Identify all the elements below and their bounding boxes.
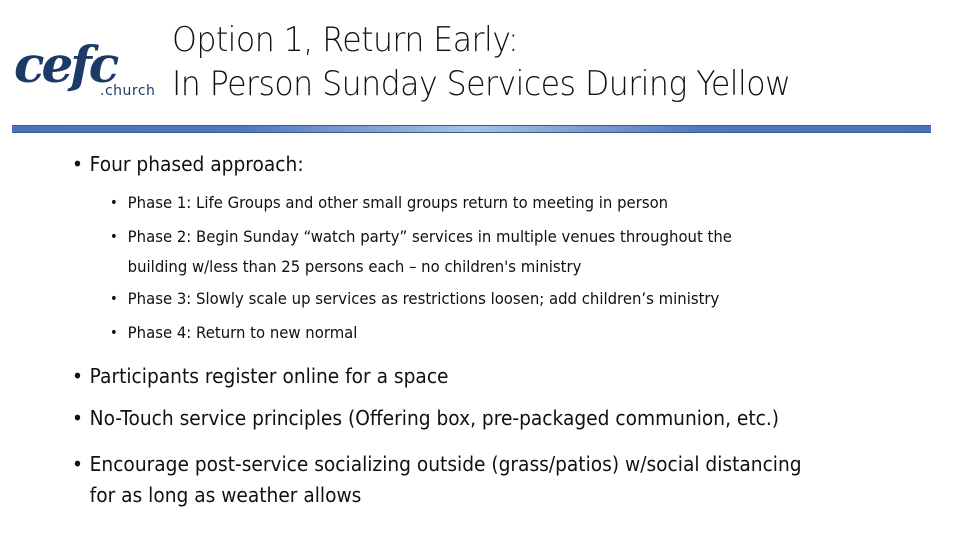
bullet-text: Four phased approach: <box>89 152 304 176</box>
logo-subtext: .church <box>100 83 156 99</box>
bullet-dot-icon: • <box>110 229 118 245</box>
sub-bullet-phase-2: • Phase 2: Begin Sunday “watch party” se… <box>110 222 732 282</box>
slide-title-line-2: In Person Sunday Services During Yellow <box>172 64 791 104</box>
slide-title: Option 1, Return Early: In Person Sunday… <box>172 18 791 106</box>
cefc-logo: cefc .church <box>12 40 157 108</box>
bullet-register-online: • Participants register online for a spa… <box>72 362 449 390</box>
sub-bullet-text: Phase 4: Return to new normal <box>127 323 358 342</box>
sub-bullet-text: Phase 1: Life Groups and other small gro… <box>127 193 669 212</box>
sub-bullet-phase-4: • Phase 4: Return to new normal <box>110 318 357 348</box>
slide-title-line-1: Option 1, Return Early: <box>172 20 519 60</box>
bullet-dot-icon: • <box>72 152 83 176</box>
bullet-no-touch: • No-Touch service principles (Offering … <box>72 404 779 432</box>
bullet-dot-icon: • <box>110 325 118 341</box>
bullet-four-phased: • Four phased approach: <box>72 150 304 178</box>
sub-bullet-text: Phase 3: Slowly scale up services as res… <box>127 289 720 308</box>
sub-bullet-phase-3: • Phase 3: Slowly scale up services as r… <box>110 284 719 314</box>
sub-bullet-text-line-2: building w/less than 25 persons each – n… <box>127 257 582 276</box>
bullet-socializing: • Encourage post-service socializing out… <box>72 450 802 512</box>
bullet-dot-icon: • <box>72 406 83 430</box>
bullet-dot-icon: • <box>72 452 83 476</box>
title-divider <box>12 125 931 133</box>
bullet-text: Participants register online for a space <box>89 364 449 388</box>
bullet-dot-icon: • <box>110 291 118 307</box>
bullet-dot-icon: • <box>110 195 118 211</box>
sub-bullet-phase-1: • Phase 1: Life Groups and other small g… <box>110 188 668 218</box>
bullet-text-line-2: for as long as weather allows <box>89 483 362 507</box>
bullet-dot-icon: • <box>72 364 83 388</box>
sub-bullet-text-line-1: Phase 2: Begin Sunday “watch party” serv… <box>127 227 732 246</box>
bullet-text-line-1: Encourage post-service socializing outsi… <box>89 452 802 476</box>
bullet-text: No-Touch service principles (Offering bo… <box>89 406 780 430</box>
